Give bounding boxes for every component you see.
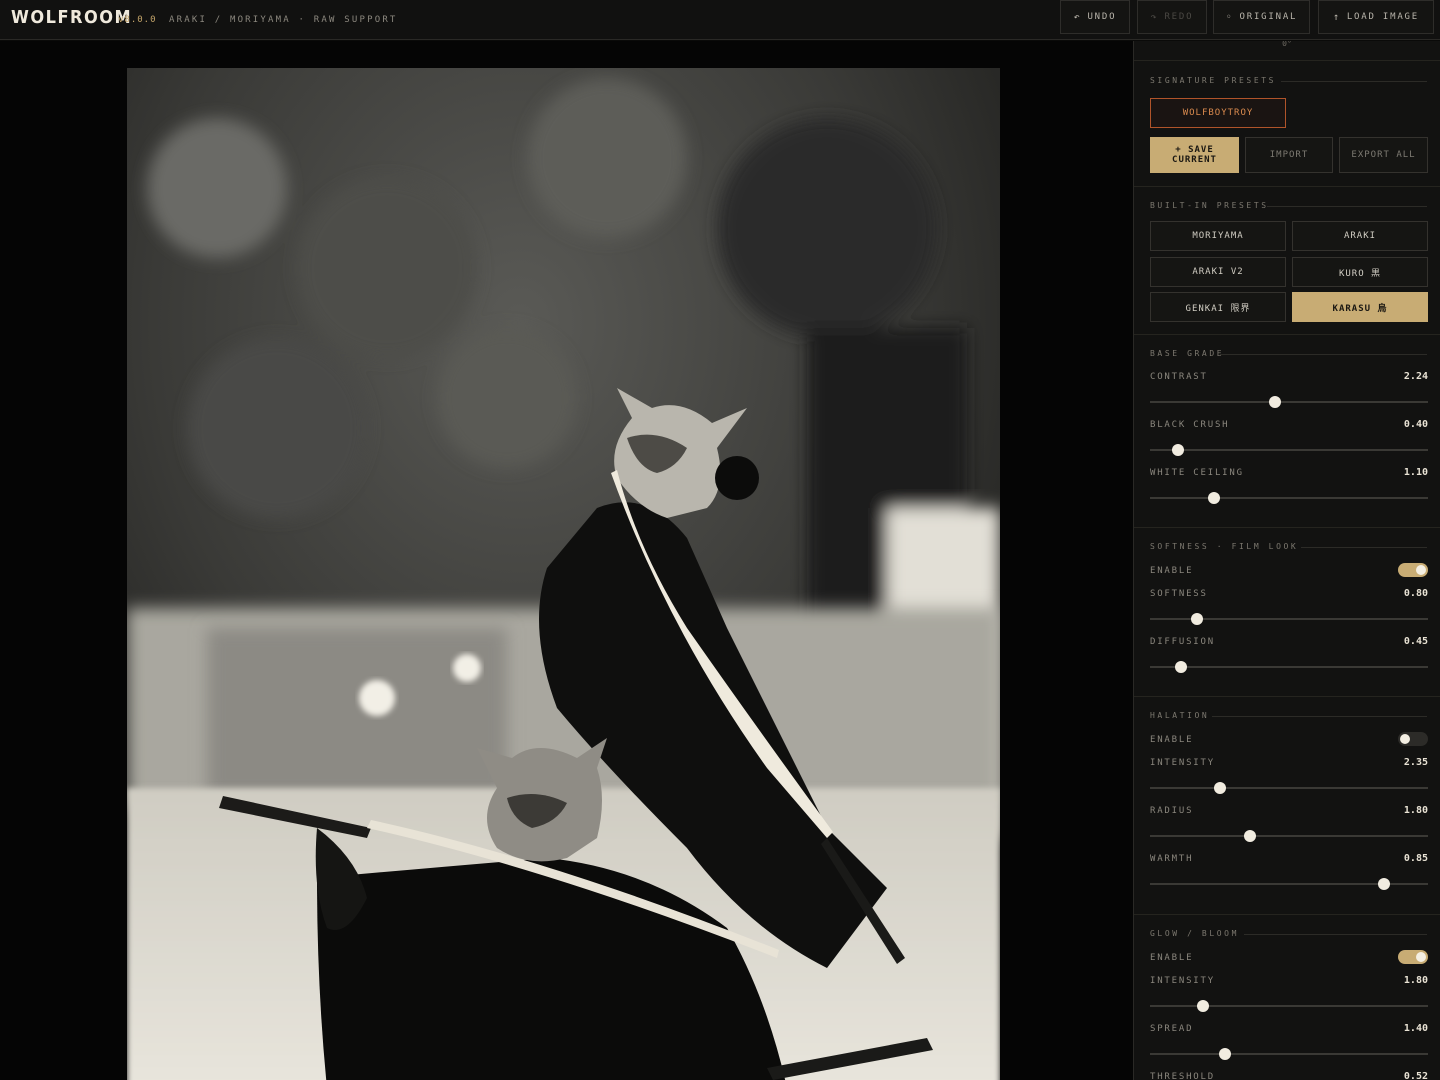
undo-button[interactable]: ↶ UNDO — [1060, 0, 1130, 34]
diffusion-slider-thumb[interactable] — [1174, 661, 1187, 673]
upload-icon: ↑ — [1332, 11, 1341, 23]
section-divider — [1281, 81, 1427, 82]
softness-slider-thumb[interactable] — [1191, 613, 1204, 625]
white-ceiling-slider[interactable] — [1150, 492, 1428, 504]
glow-spread-slider-thumb[interactable] — [1219, 1048, 1232, 1060]
preset-araki-v2[interactable]: ARAKI V2 — [1150, 257, 1286, 287]
redo-label: REDO — [1164, 12, 1194, 22]
halation-section: HALATION ENABLE INTENSITY 2.35 RADIUS 1.… — [1134, 697, 1440, 915]
softness-label: SOFTNESS — [1150, 589, 1208, 599]
softness-section: SOFTNESS · FILM LOOK ENABLE SOFTNESS 0.8… — [1134, 528, 1440, 697]
image-canvas[interactable] — [0, 41, 1133, 1080]
halation-radius-value: 1.80 — [1403, 805, 1428, 816]
diffusion-value: 0.45 — [1403, 636, 1428, 647]
halation-warmth-label: WARMTH — [1150, 854, 1194, 864]
contrast-slider-thumb[interactable] — [1269, 396, 1282, 408]
app-subtitle: ARAKI / MORIYAMA · RAW SUPPORT — [169, 15, 398, 25]
contrast-label: CONTRAST — [1150, 372, 1208, 382]
halation-radius-slider-thumb[interactable] — [1244, 830, 1257, 842]
preset-wolfboytroy[interactable]: WOLFBOYTROY — [1150, 98, 1286, 128]
photo-render — [127, 68, 1000, 1080]
white-ceiling-slider-thumb[interactable] — [1207, 492, 1220, 504]
halation-radius-label: RADIUS — [1150, 806, 1194, 816]
halation-warmth-slider[interactable] — [1150, 878, 1428, 890]
black-crush-slider-thumb[interactable] — [1171, 444, 1184, 456]
black-crush-label: BLACK CRUSH — [1150, 420, 1230, 430]
contrast-value: 2.24 — [1403, 371, 1428, 382]
preset-genkai[interactable]: GENKAI 限界 — [1150, 292, 1286, 322]
preset-kuro[interactable]: KURO 黒 — [1292, 257, 1428, 287]
toggle-knob — [1416, 565, 1426, 575]
toggle-knob — [1416, 952, 1426, 962]
export-all-button[interactable]: EXPORT ALL — [1339, 137, 1428, 173]
halation-intensity-value: 2.35 — [1403, 757, 1428, 768]
halation-radius-slider[interactable] — [1150, 830, 1428, 842]
glow-intensity-label: INTENSITY — [1150, 976, 1215, 986]
builtin-presets-title: BUILT-IN PRESETS — [1150, 201, 1279, 210]
glow-intensity-value: 1.80 — [1403, 975, 1428, 986]
save-current-button[interactable]: + SAVE CURRENT — [1150, 137, 1239, 173]
softness-title: SOFTNESS · FILM LOOK — [1150, 542, 1308, 551]
preset-karasu[interactable]: KARASU 烏 — [1292, 292, 1428, 322]
section-divider — [1267, 206, 1427, 207]
softness-enable-label: ENABLE — [1150, 566, 1194, 576]
glow-bloom-section: GLOW / BLOOM ENABLE INTENSITY 1.80 SPREA… — [1134, 915, 1440, 1080]
halation-enable-toggle[interactable] — [1398, 732, 1428, 746]
undo-label: UNDO — [1087, 12, 1117, 22]
preset-moriyama[interactable]: MORIYAMA — [1150, 221, 1286, 251]
halation-warmth-value: 0.85 — [1403, 853, 1428, 864]
section-divider — [1244, 934, 1427, 935]
softness-value: 0.80 — [1403, 588, 1428, 599]
softness-enable-toggle[interactable] — [1398, 563, 1428, 577]
import-button[interactable]: IMPORT — [1245, 137, 1333, 173]
preset-araki[interactable]: ARAKI — [1292, 221, 1428, 251]
top-bar: WOLFROOM v8.0.0 ARAKI / MORIYAMA · RAW S… — [0, 0, 1440, 40]
glow-bloom-title: GLOW / BLOOM — [1150, 929, 1249, 938]
load-image-label: LOAD IMAGE — [1346, 12, 1419, 22]
white-ceiling-label: WHITE CEILING — [1150, 468, 1244, 478]
glow-intensity-slider[interactable] — [1150, 1000, 1428, 1012]
glow-spread-label: SPREAD — [1150, 1024, 1194, 1034]
glow-threshold-label: THRESHOLD — [1150, 1072, 1215, 1080]
undo-icon: ↶ — [1073, 11, 1082, 23]
glow-spread-slider[interactable] — [1150, 1048, 1428, 1060]
rotation-readout: 0° — [1134, 41, 1440, 61]
version-label: v8.0.0 — [118, 15, 157, 25]
glow-enable-label: ENABLE — [1150, 953, 1194, 963]
app-logo: WOLFROOM — [11, 7, 133, 28]
signature-presets-section: SIGNATURE PRESETS WOLFBOYTROY + SAVE CUR… — [1134, 62, 1440, 187]
toggle-knob — [1400, 734, 1410, 744]
halation-enable-label: ENABLE — [1150, 735, 1194, 745]
base-grade-section: BASE GRADE CONTRAST 2.24 BLACK CRUSH 0.4… — [1134, 335, 1440, 528]
diffusion-label: DIFFUSION — [1150, 637, 1215, 647]
glow-threshold-value: 0.52 — [1403, 1071, 1428, 1080]
halation-warmth-slider-thumb[interactable] — [1377, 878, 1390, 890]
glow-spread-value: 1.40 — [1403, 1023, 1428, 1034]
original-button[interactable]: ◦ ORIGINAL — [1213, 0, 1310, 34]
builtin-presets-section: BUILT-IN PRESETS MORIYAMA ARAKI ARAKI V2… — [1134, 187, 1440, 335]
adjustments-panel: 0° SIGNATURE PRESETS WOLFBOYTROY + SAVE … — [1133, 41, 1440, 1080]
diffusion-slider[interactable] — [1150, 661, 1428, 673]
halation-intensity-slider-thumb[interactable] — [1213, 782, 1226, 794]
redo-button[interactable]: ↷ REDO — [1137, 0, 1207, 34]
original-label: ORIGINAL — [1239, 12, 1298, 22]
black-crush-slider[interactable] — [1150, 444, 1428, 456]
halation-intensity-label: INTENSITY — [1150, 758, 1215, 768]
preview-photo — [127, 68, 1000, 1080]
load-image-button[interactable]: ↑ LOAD IMAGE — [1318, 0, 1434, 34]
section-divider — [1220, 354, 1427, 355]
contrast-slider[interactable] — [1150, 396, 1428, 408]
glow-enable-toggle[interactable] — [1398, 950, 1428, 964]
original-icon: ◦ — [1225, 11, 1234, 23]
softness-slider[interactable] — [1150, 613, 1428, 625]
white-ceiling-value: 1.10 — [1403, 467, 1428, 478]
section-divider — [1301, 547, 1427, 548]
halation-title: HALATION — [1150, 711, 1219, 720]
section-divider — [1212, 716, 1427, 717]
black-crush-value: 0.40 — [1403, 419, 1428, 430]
redo-icon: ↷ — [1150, 11, 1159, 23]
halation-intensity-slider[interactable] — [1150, 782, 1428, 794]
glow-intensity-slider-thumb[interactable] — [1196, 1000, 1209, 1012]
signature-presets-title: SIGNATURE PRESETS — [1150, 76, 1286, 85]
